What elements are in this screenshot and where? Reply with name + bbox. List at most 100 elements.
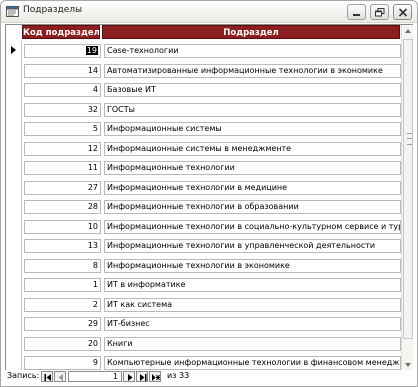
name-field[interactable]: Компьютерные информационные технологии в…: [104, 356, 401, 370]
minimize-button[interactable]: [347, 4, 366, 20]
code-field[interactable]: 28: [24, 200, 101, 214]
table-row: 32 ГОСТы: [6, 99, 401, 120]
name-field[interactable]: Информационные системы: [104, 122, 401, 136]
record-label: Запись:: [7, 371, 40, 380]
code-field[interactable]: 19: [24, 44, 101, 58]
name-field[interactable]: Информационные системы в менеджменте: [104, 141, 401, 156]
table-row: 14 Автоматизированные информационные тех…: [6, 60, 401, 81]
table-row: 9 Компьютерные информационные технологии…: [6, 353, 401, 371]
code-field[interactable]: 32: [24, 102, 101, 117]
minimize-icon: [353, 14, 360, 16]
name-field[interactable]: ИТ в информатике: [104, 278, 401, 292]
record-selector[interactable]: [6, 314, 22, 334]
table-row: 2 ИТ как система: [6, 294, 401, 315]
first-record-button[interactable]: [41, 371, 53, 382]
code-field[interactable]: 11: [24, 161, 101, 175]
table-row: 11 Информационные технологии: [6, 158, 401, 178]
table-row: 20 Книги: [6, 333, 401, 354]
previous-record-button[interactable]: [54, 371, 66, 382]
last-record-button[interactable]: [136, 371, 148, 382]
name-field[interactable]: ГОСТы: [104, 102, 401, 117]
code-field[interactable]: 29: [24, 317, 101, 331]
close-button[interactable]: [393, 4, 412, 20]
next-record-button[interactable]: [123, 371, 135, 382]
form-window: Подразделы Код подраздела Подраздел 19 C…: [0, 0, 418, 387]
name-field[interactable]: Case-технологии: [104, 44, 401, 58]
name-field[interactable]: Автоматизированные информационные технол…: [104, 63, 401, 78]
next-record-icon: [128, 373, 133, 381]
name-field[interactable]: Книги: [104, 336, 401, 351]
column-header-row: Код подраздела Подраздел: [6, 25, 401, 39]
scrollbar-thumb[interactable]: [403, 39, 413, 339]
code-value: 19: [85, 46, 98, 55]
last-record-icon: [140, 373, 147, 381]
column-header-name[interactable]: Подраздел: [102, 25, 400, 39]
record-selector[interactable]: [6, 80, 22, 100]
window-title: Подразделы: [23, 5, 83, 15]
table-row: 28 Информационные технологии в образован…: [6, 197, 401, 217]
first-record-icon: [44, 373, 51, 381]
new-record-icon: [152, 373, 160, 381]
vertical-scrollbar[interactable]: [401, 25, 413, 371]
new-record-button[interactable]: [149, 371, 161, 382]
code-field[interactable]: 20: [24, 336, 101, 351]
grip-icon: [407, 133, 412, 145]
name-field[interactable]: Информационные технологии в экономике: [104, 258, 401, 273]
record-selector[interactable]: [6, 236, 22, 256]
record-selector[interactable]: [6, 255, 22, 276]
code-field[interactable]: 13: [24, 239, 101, 253]
name-field[interactable]: Информационные технологии в образовании: [104, 200, 401, 214]
record-selector[interactable]: [6, 333, 22, 354]
record-navigation-bar: Запись: 1 из 33: [5, 370, 413, 384]
table-row: 5 Информационные системы: [6, 119, 401, 139]
record-list: 19 Case-технологии 14 Автоматизированные…: [6, 41, 401, 371]
record-selector[interactable]: [6, 216, 22, 237]
scroll-down-icon[interactable]: [405, 363, 411, 367]
record-selector[interactable]: [6, 294, 22, 315]
table-row: 1 ИТ в информатике: [6, 275, 401, 295]
code-field[interactable]: 10: [24, 219, 101, 234]
code-field[interactable]: 8: [24, 258, 101, 273]
record-selector[interactable]: [6, 41, 22, 61]
name-field[interactable]: Информационные технологии в социально-ку…: [104, 219, 401, 234]
table-row: 19 Case-технологии: [6, 41, 401, 61]
name-field[interactable]: Информационные технологии: [104, 161, 401, 175]
column-header-code[interactable]: Код подраздела: [22, 25, 100, 39]
code-field[interactable]: 9: [24, 356, 101, 370]
record-selector[interactable]: [6, 138, 22, 159]
code-field[interactable]: 14: [24, 63, 101, 78]
table-row: 27 Информационные технологии в медицине: [6, 177, 401, 198]
restore-icon: [375, 8, 385, 17]
record-selector[interactable]: [6, 177, 22, 198]
record-selector[interactable]: [6, 158, 22, 178]
record-selector[interactable]: [6, 353, 22, 371]
code-field[interactable]: 27: [24, 180, 101, 195]
scroll-up-icon[interactable]: [405, 29, 411, 33]
record-selector[interactable]: [6, 119, 22, 139]
name-field[interactable]: Информационные технологии в медицине: [104, 180, 401, 195]
code-field[interactable]: 4: [24, 83, 101, 97]
code-field[interactable]: 1: [24, 278, 101, 292]
name-field[interactable]: Информационные технологии в управленческ…: [104, 239, 401, 253]
name-field[interactable]: ИТ как система: [104, 297, 401, 312]
title-bar[interactable]: Подразделы: [1, 1, 417, 23]
restore-button[interactable]: [370, 4, 389, 20]
record-selector[interactable]: [6, 275, 22, 295]
record-total: 33: [179, 371, 190, 380]
record-selector[interactable]: [6, 60, 22, 81]
table-row: 4 Базовые ИТ: [6, 80, 401, 100]
name-field[interactable]: Базовые ИТ: [104, 83, 401, 97]
code-field[interactable]: 5: [24, 122, 101, 136]
code-field[interactable]: 12: [24, 141, 101, 156]
record-selector-header[interactable]: [6, 25, 22, 39]
table-row: 12 Информационные системы в менеджменте: [6, 138, 401, 159]
form-icon: [6, 6, 19, 19]
previous-record-icon: [58, 373, 63, 381]
record-number-input[interactable]: [68, 371, 122, 382]
name-field[interactable]: ИТ-бизнес: [104, 317, 401, 331]
record-selector[interactable]: [6, 99, 22, 120]
datasheet: Код подраздела Подраздел 19 Case-техноло…: [5, 24, 413, 371]
record-selector[interactable]: [6, 197, 22, 217]
code-field[interactable]: 2: [24, 297, 101, 312]
table-row: 10 Информационные технологии в социально…: [6, 216, 401, 237]
